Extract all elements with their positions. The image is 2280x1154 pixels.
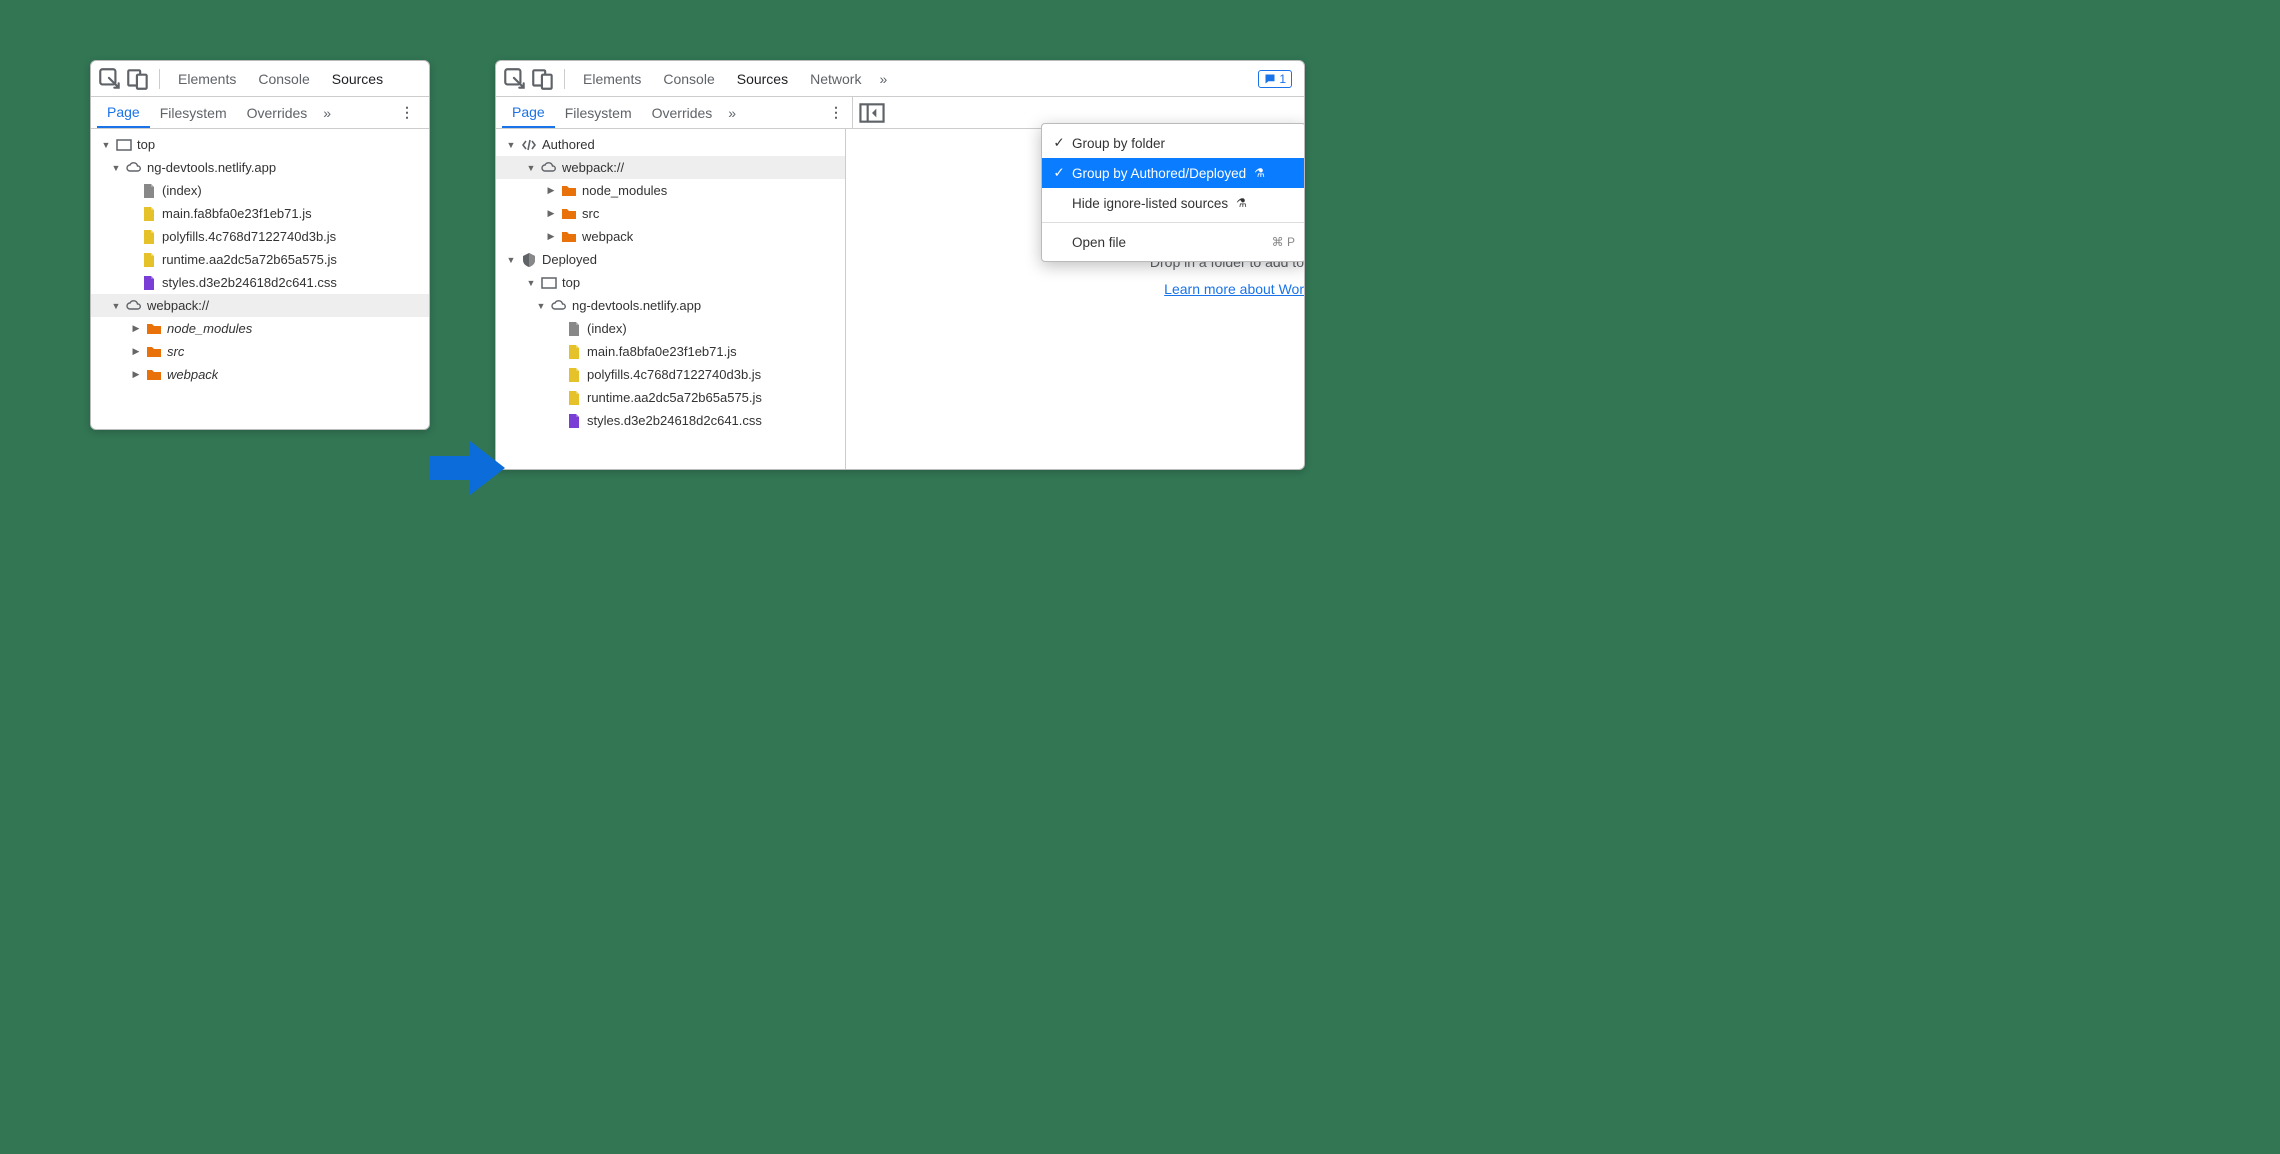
tree-domain[interactable]: ng-devtools.netlify.app [91,156,429,179]
menu-hide-ignore-listed[interactable]: Hide ignore-listed sources ⚗ [1042,188,1305,218]
kebab-menu-icon[interactable]: ⋮ [392,104,423,121]
tab-elements[interactable]: Elements [573,61,651,96]
file-icon [141,183,157,199]
tree-file-css[interactable]: styles.d3e2b24618d2c641.css [496,409,845,432]
tab-elements[interactable]: Elements [168,61,246,96]
tree-file-js[interactable]: main.fa8bfa0e23f1eb71.js [496,340,845,363]
more-tabs-icon[interactable]: » [722,105,742,121]
deployed-icon [521,252,537,268]
tree-folder[interactable]: src [496,202,845,225]
subtab-overrides[interactable]: Overrides [642,97,723,128]
js-file-icon [566,344,582,360]
tree-folder[interactable]: webpack [91,363,429,386]
separator [564,69,565,89]
menu-open-file[interactable]: Open file ⌘ P [1042,227,1305,257]
frame-icon [116,137,132,153]
js-file-icon [141,229,157,245]
tree-file-js[interactable]: polyfills.4c768d7122740d3b.js [91,225,429,248]
tree-deployed[interactable]: Deployed [496,248,845,271]
folder-icon [146,344,162,360]
css-file-icon [141,275,157,291]
js-file-icon [566,367,582,383]
separator [159,69,160,89]
tree-file-css[interactable]: styles.d3e2b24618d2c641.css [91,271,429,294]
inspect-icon[interactable] [502,66,528,92]
flask-icon: ⚗ [1236,196,1247,210]
tree-file-js[interactable]: runtime.aa2dc5a72b65a575.js [496,386,845,409]
inspect-icon[interactable] [97,66,123,92]
tab-sources[interactable]: Sources [727,61,798,96]
tree-webpack[interactable]: webpack:// [91,294,429,317]
issues-badge[interactable]: 1 [1258,70,1292,88]
js-file-icon [141,206,157,222]
tree-folder[interactable]: webpack [496,225,845,248]
tree-file-js[interactable]: runtime.aa2dc5a72b65a575.js [91,248,429,271]
tab-console[interactable]: Console [248,61,319,96]
more-tabs-icon[interactable]: » [317,105,337,121]
subtab-filesystem[interactable]: Filesystem [150,97,237,128]
tree-file-js[interactable]: polyfills.4c768d7122740d3b.js [496,363,845,386]
menu-group-by-authored[interactable]: ✓ Group by Authored/Deployed ⚗ [1042,158,1305,188]
sources-subtab-bar: Page Filesystem Overrides » ⋮ [91,97,429,129]
tab-sources[interactable]: Sources [322,61,393,96]
message-icon [1264,73,1276,85]
main-tab-bar: Elements Console Sources Network » 1 [496,61,1304,97]
subtab-page[interactable]: Page [502,97,555,128]
cloud-icon [126,298,142,314]
tree-top[interactable]: top [496,271,845,294]
js-file-icon [141,252,157,268]
toggle-navigator-icon[interactable] [859,100,885,126]
tree-folder[interactable]: node_modules [91,317,429,340]
checkmark-icon: ✓ [1052,165,1066,181]
frame-icon [541,275,557,291]
folder-icon [146,367,162,383]
main-tab-bar: Elements Console Sources [91,61,429,97]
arrow-annotation [430,438,505,501]
file-icon [566,321,582,337]
cloud-icon [551,298,567,314]
tree-top[interactable]: top [91,133,429,156]
folder-icon [561,183,577,199]
file-tree: top ng-devtools.netlify.app (index) main… [91,129,429,390]
menu-group-by-folder[interactable]: ✓ Group by folder [1042,128,1305,158]
tree-authored[interactable]: Authored [496,133,845,156]
tree-domain[interactable]: ng-devtools.netlify.app [496,294,845,317]
folder-icon [146,321,162,337]
folder-icon [561,206,577,222]
folder-icon [561,229,577,245]
device-toggle-icon[interactable] [530,66,556,92]
checkmark-icon: ✓ [1052,135,1066,151]
tree-webpack[interactable]: webpack:// [496,156,845,179]
code-icon [521,137,537,153]
tree-file-js[interactable]: main.fa8bfa0e23f1eb71.js [91,202,429,225]
devtools-panel-before: Elements Console Sources Page Filesystem… [90,60,430,430]
tree-folder[interactable]: src [91,340,429,363]
flask-icon: ⚗ [1254,166,1265,180]
cloud-icon [126,160,142,176]
menu-separator [1042,222,1305,223]
devtools-panel-after: Elements Console Sources Network » 1 Pag… [495,60,1305,470]
shortcut-hint: ⌘ P [1272,235,1295,249]
tab-network[interactable]: Network [800,61,871,96]
tab-console[interactable]: Console [653,61,724,96]
kebab-menu-icon[interactable]: ⋮ [821,104,852,121]
more-tabs-icon[interactable]: » [873,71,893,87]
tree-file-index[interactable]: (index) [91,179,429,202]
learn-more-link[interactable]: Learn more about Wor [1164,281,1304,297]
subtab-filesystem[interactable]: Filesystem [555,97,642,128]
tree-file-index[interactable]: (index) [496,317,845,340]
subtab-page[interactable]: Page [97,97,150,128]
file-tree-grouped: Authored webpack:// node_modules src web… [496,129,845,436]
tree-folder[interactable]: node_modules [496,179,845,202]
subtab-overrides[interactable]: Overrides [237,97,318,128]
device-toggle-icon[interactable] [125,66,151,92]
context-menu: ✓ Group by folder ✓ Group by Authored/De… [1041,123,1305,262]
cloud-icon [541,160,557,176]
js-file-icon [566,390,582,406]
css-file-icon [566,413,582,429]
